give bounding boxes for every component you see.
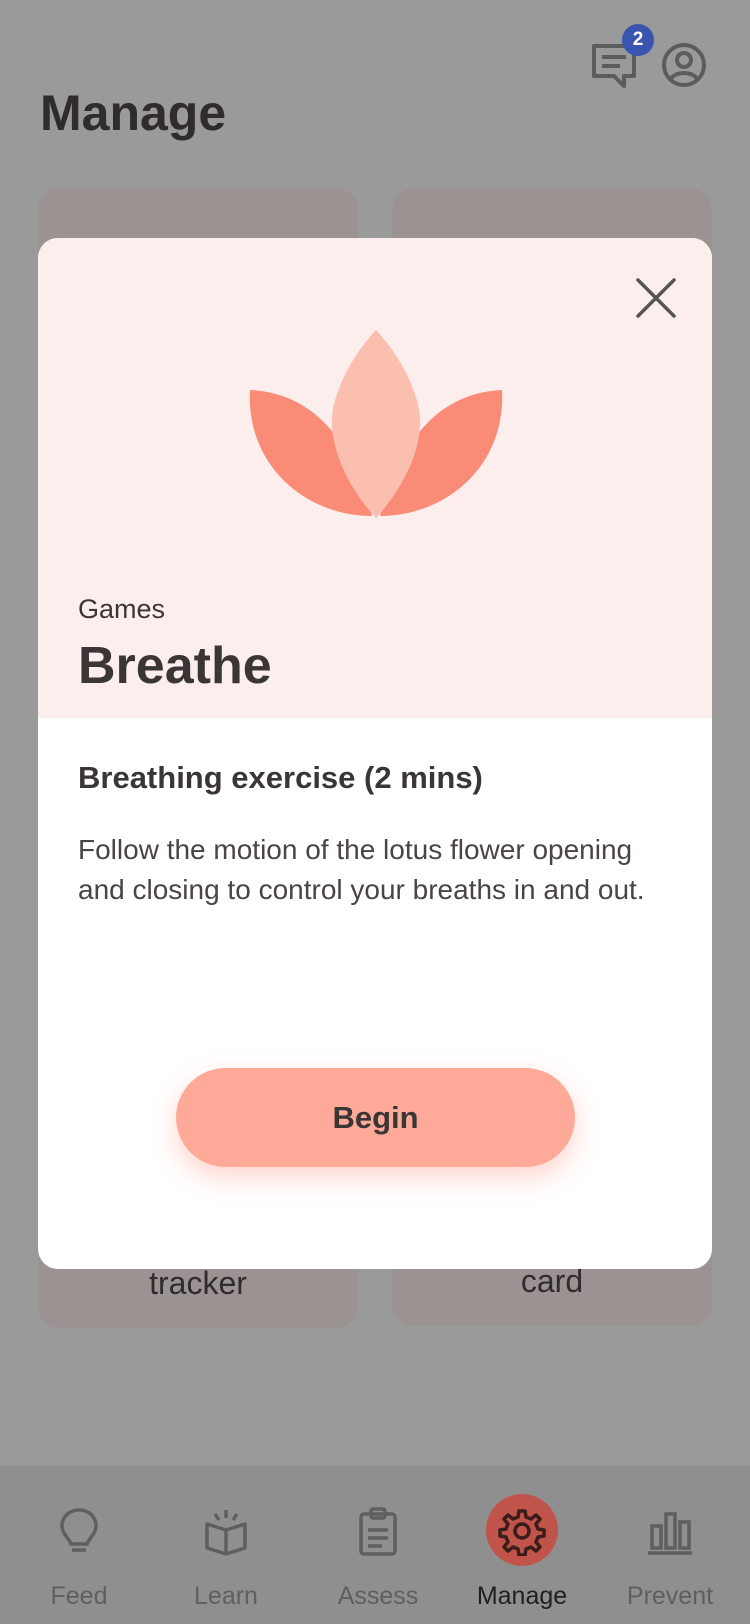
clipboard-icon — [359, 1507, 397, 1556]
background-card-label: tracker — [149, 1265, 247, 1301]
lotus-icon — [249, 330, 503, 518]
modal-subtitle: Breathing exercise (2 mins) — [78, 760, 483, 795]
tab-prevent[interactable]: Prevent — [595, 1466, 745, 1624]
gear-icon — [498, 1509, 546, 1556]
close-icon — [636, 278, 676, 318]
modal-description: Follow the motion of the lotus flower op… — [78, 834, 645, 905]
tab-feed[interactable]: Feed — [4, 1466, 154, 1624]
tab-label: Prevent — [626, 1582, 714, 1610]
tab-label: Assess — [337, 1582, 419, 1610]
profile-button[interactable] — [660, 40, 708, 90]
bottom-tab-bar: Feed Learn Assess Manage Prevent — [0, 1466, 750, 1624]
page-title: Manage — [40, 85, 227, 141]
lightbulb-icon — [60, 1508, 98, 1552]
modal-hero: Games Breathe — [38, 238, 712, 718]
breathe-modal: Games Breathe Breathing exercise (2 mins… — [38, 238, 712, 1269]
profile-icon — [662, 43, 706, 87]
tab-label: Manage — [476, 1582, 568, 1610]
tab-learn[interactable]: Learn — [151, 1466, 301, 1624]
begin-button[interactable]: Begin — [176, 1068, 575, 1167]
tab-assess[interactable]: Assess — [303, 1466, 453, 1624]
close-button[interactable] — [632, 274, 680, 322]
modal-title: Breathe — [78, 637, 272, 695]
notification-badge: 2 — [622, 24, 654, 56]
bar-chart-icon — [648, 1512, 692, 1555]
tab-manage[interactable]: Manage — [447, 1466, 597, 1624]
tab-label: Learn — [194, 1582, 258, 1610]
tab-label: Feed — [50, 1582, 108, 1610]
book-icon — [205, 1510, 247, 1556]
modal-category: Games — [78, 594, 166, 624]
